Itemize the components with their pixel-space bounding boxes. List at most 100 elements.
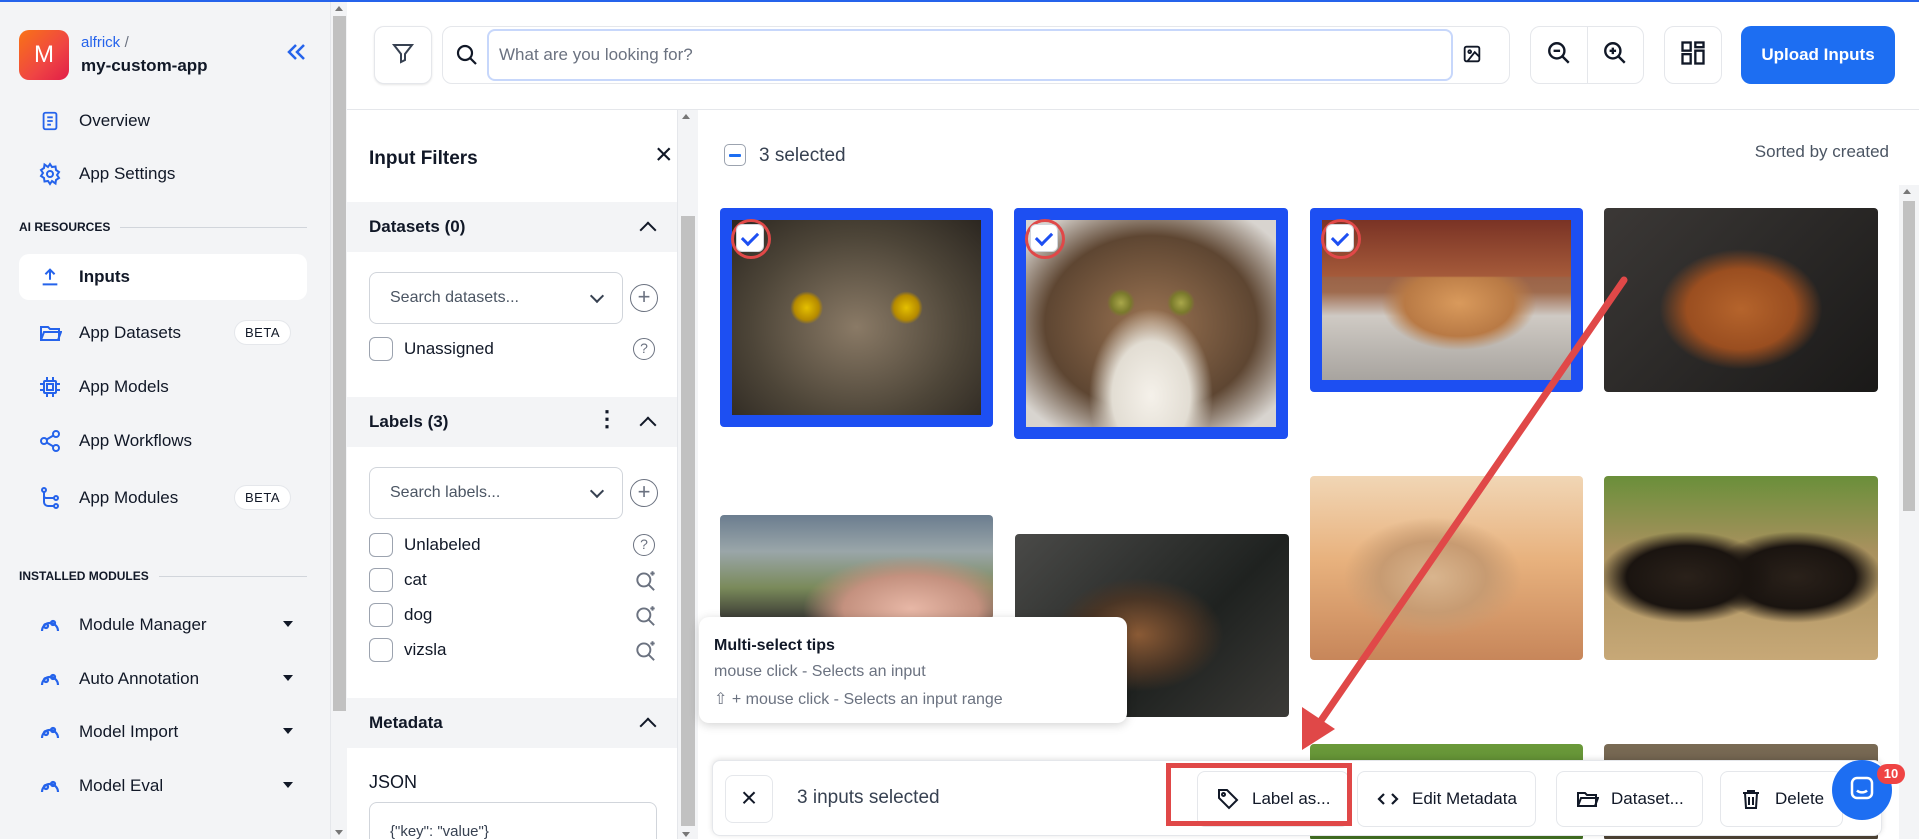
trash-icon	[1739, 787, 1763, 811]
caret-down-icon[interactable]	[283, 675, 293, 681]
code-icon	[1376, 787, 1400, 811]
json-metadata-input[interactable]: {"key": "value"}	[369, 802, 657, 839]
sidebar-item-model-eval[interactable]: Model Eval	[19, 763, 307, 809]
sidebar-item-label: Module Manager	[79, 615, 207, 634]
label-option-dog[interactable]: dog	[369, 602, 432, 628]
label-option-unlabeled[interactable]: Unlabeled	[369, 532, 481, 558]
caret-down-icon[interactable]	[283, 782, 293, 788]
input-tile[interactable]	[720, 208, 993, 427]
zoom-out-button[interactable]	[1531, 27, 1588, 83]
checkbox[interactable]	[369, 603, 393, 627]
datasets-section-header[interactable]: Datasets (0)	[347, 202, 677, 252]
delete-button[interactable]: Delete	[1720, 771, 1844, 827]
zoom-out-icon	[1546, 40, 1572, 71]
upload-icon	[37, 264, 63, 290]
sidebar-item-inputs[interactable]: Inputs	[19, 254, 307, 300]
input-tile[interactable]	[1604, 208, 1878, 392]
label-option-vizsla[interactable]: vizsla	[369, 637, 447, 663]
upload-inputs-button[interactable]: Upload Inputs	[1741, 26, 1895, 84]
app-header: M alfrick / my-custom-app	[19, 30, 208, 80]
module-icon	[37, 666, 63, 692]
help-icon[interactable]: ?	[633, 338, 655, 360]
tile-checkbox[interactable]	[736, 224, 764, 252]
input-tile[interactable]	[1310, 476, 1583, 660]
close-filters-icon[interactable]: ×	[655, 140, 673, 170]
sort-order[interactable]: Sorted by created	[1755, 142, 1889, 162]
help-icon[interactable]: ?	[633, 534, 655, 556]
checkbox[interactable]	[369, 337, 393, 361]
vizsla-dog-image	[1604, 208, 1878, 392]
metadata-section-header[interactable]: Metadata	[347, 698, 677, 748]
sidebar: M alfrick / my-custom-app Overview App S…	[0, 2, 330, 839]
module-icon	[37, 612, 63, 638]
rottweiler-puppies-image	[1604, 476, 1878, 660]
sidebar-item-app-modules[interactable]: App Modules BETA	[19, 475, 307, 521]
folder-icon	[1575, 787, 1599, 811]
tile-checkbox[interactable]	[1030, 224, 1058, 252]
app-name[interactable]: my-custom-app	[81, 56, 208, 76]
image-search-icon[interactable]	[1461, 43, 1483, 70]
share-icon	[37, 428, 63, 454]
sidebar-item-label: Overview	[79, 111, 150, 130]
inputs-selected-count: 3 inputs selected	[797, 787, 940, 808]
grid-scrollbar[interactable]	[1899, 185, 1919, 839]
checkbox[interactable]	[369, 533, 393, 557]
search-bar	[442, 26, 1510, 84]
magic-search-icon[interactable]	[633, 603, 659, 634]
select-all-checkbox[interactable]	[724, 144, 746, 166]
dataset-option-unassigned[interactable]: Unassigned	[369, 336, 494, 362]
magic-search-icon[interactable]	[633, 568, 659, 599]
layout-toggle-button[interactable]	[1664, 26, 1722, 84]
chevron-down-icon	[589, 288, 605, 304]
sidebar-item-app-models[interactable]: App Models	[19, 364, 307, 410]
dataset-search-select[interactable]: Search datasets...	[369, 272, 623, 324]
filters-scrollbar[interactable]	[678, 110, 698, 839]
input-tile[interactable]	[1014, 208, 1288, 439]
sphynx-cat-image	[720, 515, 993, 619]
tile-checkbox[interactable]	[1326, 224, 1354, 252]
input-tile[interactable]	[720, 515, 993, 619]
zoom-controls	[1530, 26, 1644, 84]
sidebar-scrollbar[interactable]	[330, 2, 347, 839]
sidebar-item-module-manager[interactable]: Module Manager	[19, 602, 307, 648]
clear-selection-button[interactable]: ×	[725, 775, 773, 823]
magic-search-icon[interactable]	[633, 638, 659, 669]
sidebar-item-app-settings[interactable]: App Settings	[19, 151, 307, 197]
notification-badge: 10	[1877, 764, 1905, 784]
more-options-icon[interactable]: ⋮	[596, 408, 618, 430]
zoom-in-button[interactable]	[1588, 27, 1644, 83]
chip-icon	[37, 374, 63, 400]
checkbox[interactable]	[369, 638, 393, 662]
sidebar-item-app-datasets[interactable]: App Datasets BETA	[19, 310, 307, 356]
add-label-icon[interactable]: +	[630, 479, 658, 507]
app-avatar[interactable]: M	[19, 30, 69, 80]
cat-closeup-image	[732, 220, 981, 415]
chevron-up-icon[interactable]	[639, 416, 657, 434]
caret-down-icon[interactable]	[283, 621, 293, 627]
app-window: M alfrick / my-custom-app Overview App S…	[0, 0, 1919, 839]
filter-toggle-button[interactable]	[374, 26, 432, 84]
org-link[interactable]: alfrick	[81, 34, 120, 51]
input-tile[interactable]	[1310, 208, 1583, 392]
label-option-cat[interactable]: cat	[369, 567, 427, 593]
multi-select-tips: Multi-select tips mouse click - Selects …	[699, 617, 1127, 723]
search-input[interactable]	[487, 29, 1453, 81]
edit-metadata-button[interactable]: Edit Metadata	[1357, 771, 1536, 827]
labels-section-header[interactable]: Labels (3) ⋮	[347, 397, 677, 447]
dataset-button[interactable]: Dataset...	[1556, 771, 1703, 827]
input-tile[interactable]	[1604, 476, 1878, 660]
chevron-up-icon[interactable]	[639, 717, 657, 735]
sidebar-item-auto-annotation[interactable]: Auto Annotation	[19, 656, 307, 702]
tabby-cat-image	[1026, 220, 1276, 427]
chevron-up-icon[interactable]	[639, 221, 657, 239]
checkbox[interactable]	[369, 568, 393, 592]
label-search-select[interactable]: Search labels...	[369, 467, 623, 519]
collapse-sidebar-icon[interactable]	[284, 40, 310, 66]
sidebar-item-label: Auto Annotation	[79, 669, 200, 688]
sidebar-item-app-workflows[interactable]: App Workflows	[19, 418, 307, 464]
sidebar-item-overview[interactable]: Overview	[19, 98, 307, 144]
caret-down-icon[interactable]	[283, 728, 293, 734]
sidebar-item-model-import[interactable]: Model Import	[19, 709, 307, 755]
add-dataset-icon[interactable]: +	[630, 284, 658, 312]
chevron-down-icon	[589, 483, 605, 499]
